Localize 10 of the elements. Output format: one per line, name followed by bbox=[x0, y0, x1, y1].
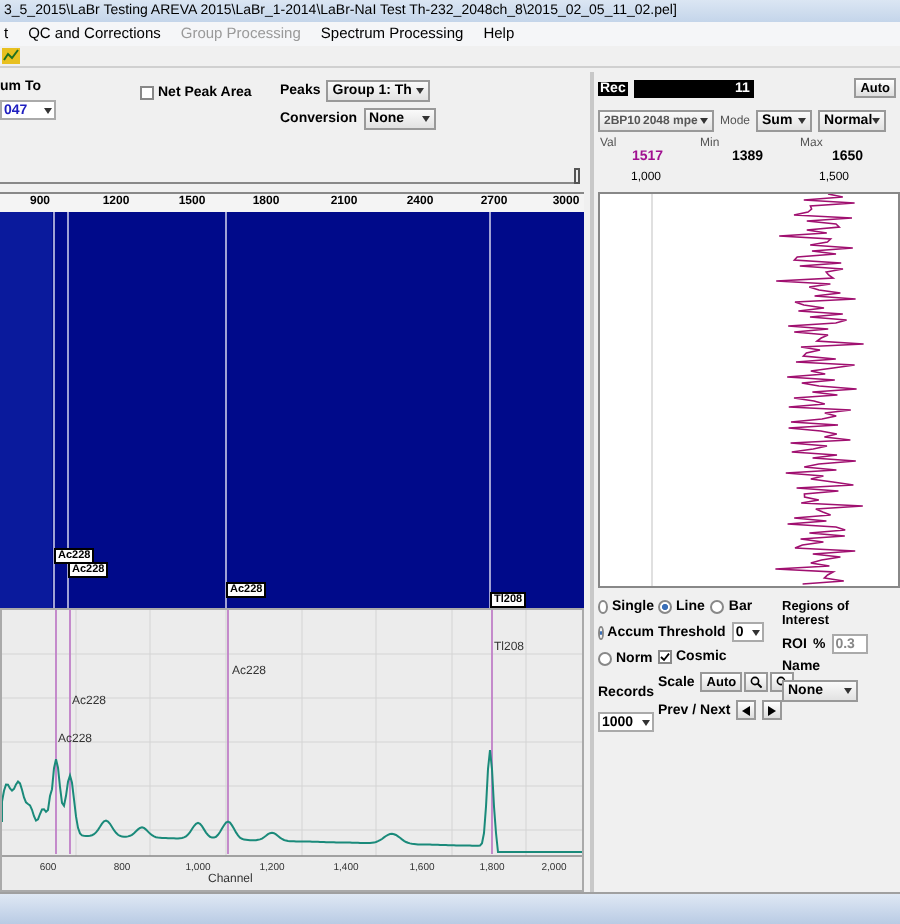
zoom-in-button[interactable] bbox=[744, 672, 769, 693]
previous-button[interactable] bbox=[736, 700, 757, 721]
right-triangle-icon bbox=[768, 705, 777, 716]
magnifier-icon bbox=[750, 676, 763, 689]
chart-icon[interactable] bbox=[2, 48, 20, 65]
slider-track[interactable] bbox=[0, 168, 580, 185]
next-button[interactable] bbox=[762, 700, 783, 721]
check-mark-icon bbox=[660, 652, 670, 663]
slider-thumb[interactable] bbox=[574, 168, 580, 185]
left-triangle-icon bbox=[742, 705, 751, 716]
